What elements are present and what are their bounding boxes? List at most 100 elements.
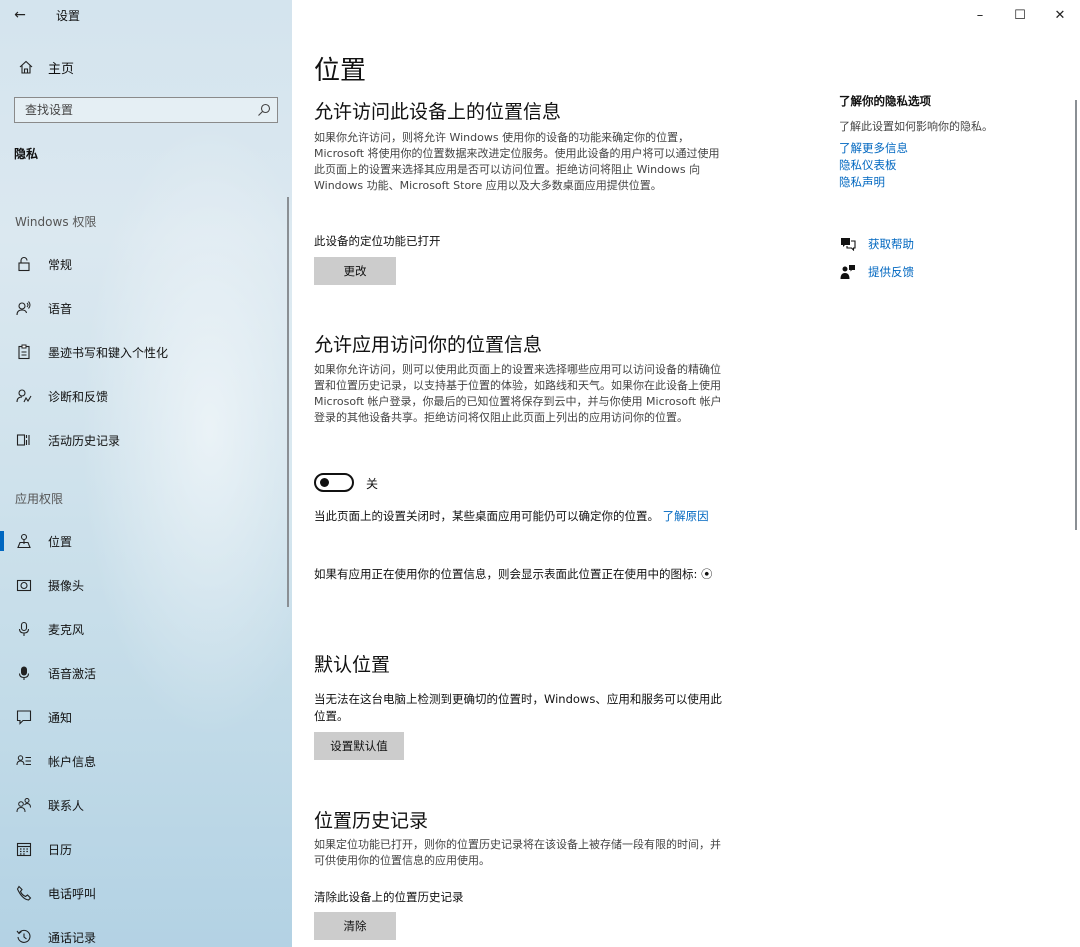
timeline-icon xyxy=(14,430,34,450)
clipboard-icon xyxy=(14,342,34,362)
location-history-heading: 位置历史记录 xyxy=(314,810,429,832)
location-in-use-note-text: 如果有应用正在使用你的位置信息，则会显示表面此位置正在使用中的图标: xyxy=(314,567,698,581)
close-button[interactable]: ✕ xyxy=(1040,0,1080,30)
windows-permissions-heading: Windows 权限 xyxy=(15,215,97,229)
sidebar-item-label: 联系人 xyxy=(48,798,85,813)
privacy-statement-link[interactable]: 隐私声明 xyxy=(839,174,993,191)
desktop-apps-note-text: 当此页面上的设置关闭时，某些桌面应用可能仍可以确定你的位置。 xyxy=(314,509,659,523)
sidebar-item-label: 主页 xyxy=(48,61,75,77)
sidebar-item-home[interactable]: 主页 xyxy=(0,52,292,82)
app-permissions-heading: 应用权限 xyxy=(15,492,64,506)
page-title: 位置 xyxy=(314,56,367,86)
title-bar-left: ← 设置 xyxy=(0,0,292,30)
calendar-icon xyxy=(14,839,34,859)
back-arrow-icon: ← xyxy=(14,7,26,23)
account-info-icon xyxy=(14,751,34,771)
change-button[interactable]: 更改 xyxy=(314,257,396,285)
diagnostics-icon xyxy=(14,386,34,406)
minimize-icon: – xyxy=(976,7,984,23)
notification-icon xyxy=(14,707,34,727)
sidebar-item-label: 通知 xyxy=(48,710,73,725)
privacy-dashboard-link[interactable]: 隐私仪表板 xyxy=(839,157,993,174)
sidebar-item-notifications[interactable]: 通知 xyxy=(0,695,292,739)
get-help-link[interactable]: 获取帮助 xyxy=(839,236,914,252)
phone-icon xyxy=(14,883,34,903)
sidebar-item-label: 活动历史记录 xyxy=(48,433,121,448)
sidebar-item-label: 电话呼叫 xyxy=(48,886,97,901)
sidebar-item-label: 日历 xyxy=(48,842,73,857)
minimize-button[interactable]: – xyxy=(960,0,1000,30)
search-icon[interactable] xyxy=(251,103,277,117)
sidebar-item-label: 诊断和反馈 xyxy=(48,389,109,404)
sidebar-item-label: 语音激活 xyxy=(48,666,97,681)
toggle-knob xyxy=(320,478,329,487)
sidebar-item-diagnostics[interactable]: 诊断和反馈 xyxy=(0,374,292,418)
search-box[interactable] xyxy=(14,97,278,123)
sidebar-item-camera[interactable]: 摄像头 xyxy=(0,563,292,607)
voice-activation-icon xyxy=(14,663,34,683)
sidebar-item-label: 通话记录 xyxy=(48,930,97,945)
sidebar-scrollbar[interactable] xyxy=(287,197,289,607)
main-scrollbar[interactable] xyxy=(1075,100,1077,530)
clear-history-label: 清除此设备上的位置历史记录 xyxy=(314,890,464,904)
sidebar-item-label: 麦克风 xyxy=(48,622,85,637)
home-icon xyxy=(16,57,36,77)
app-permissions-list: 位置 摄像头 麦克风 语音激活 通知 帐户信息 联系人 日历 电话呼叫 通话记录 xyxy=(0,519,292,947)
sidebar-item-label: 常规 xyxy=(48,257,73,272)
privacy-options-text: 了解此设置如何影响你的隐私。 xyxy=(839,120,993,133)
category-heading: 隐私 xyxy=(14,147,39,161)
sidebar-item-account-info[interactable]: 帐户信息 xyxy=(0,739,292,783)
sidebar-item-label: 墨迹书写和键入个性化 xyxy=(48,345,169,360)
sidebar-item-label: 帐户信息 xyxy=(48,754,97,769)
sidebar-item-label: 摄像头 xyxy=(48,578,85,593)
sidebar-item-speech[interactable]: 语音 xyxy=(0,286,292,330)
sidebar-item-location[interactable]: 位置 xyxy=(0,519,292,563)
sidebar-item-microphone[interactable]: 麦克风 xyxy=(0,607,292,651)
call-history-icon xyxy=(14,927,34,947)
set-default-button[interactable]: 设置默认值 xyxy=(314,732,404,760)
app-location-description: 如果你允许访问，则可以使用此页面上的设置来选择哪些应用可以访问设备的精确位置和位… xyxy=(314,363,722,424)
desktop-apps-note: 当此页面上的设置关闭时，某些桌面应用可能仍可以确定你的位置。 了解原因 xyxy=(314,508,726,525)
sidebar-item-call-history[interactable]: 通话记录 xyxy=(0,915,292,947)
device-location-status: 此设备的定位功能已打开 xyxy=(314,234,441,248)
learn-more-link[interactable]: 了解更多信息 xyxy=(839,140,993,157)
sidebar-item-activity-history[interactable]: 活动历史记录 xyxy=(0,418,292,462)
app-location-toggle[interactable] xyxy=(314,473,354,492)
close-icon: ✕ xyxy=(1054,7,1066,23)
give-feedback-label: 提供反馈 xyxy=(868,265,914,279)
microphone-icon xyxy=(14,619,34,639)
privacy-options-heading: 了解你的隐私选项 xyxy=(839,94,931,108)
help-chat-icon xyxy=(839,236,857,252)
location-history-description: 如果定位功能已打开，则你的位置历史记录将在该设备上被存储一段有限的时间，并可供使… xyxy=(314,838,721,867)
get-help-label: 获取帮助 xyxy=(868,237,914,251)
sidebar: ← 设置 主页 隐私 Windows 权限 常规 语音 xyxy=(0,0,292,947)
app-title: 设置 xyxy=(56,8,81,23)
app-location-heading: 允许应用访问你的位置信息 xyxy=(314,334,543,356)
clear-button[interactable]: 清除 xyxy=(314,912,396,940)
lock-icon xyxy=(14,254,34,274)
privacy-options-panel: 了解你的隐私选项 了解此设置如何影响你的隐私。 了解更多信息 隐私仪表板 隐私声… xyxy=(839,93,993,191)
sidebar-item-label: 位置 xyxy=(48,534,73,549)
location-in-use-note: 如果有应用正在使用你的位置信息，则会显示表面此位置正在使用中的图标: ⦿ xyxy=(314,566,726,583)
windows-permissions-list: 常规 语音 墨迹书写和键入个性化 诊断和反馈 活动历史记录 xyxy=(0,242,292,462)
back-button[interactable]: ← xyxy=(0,0,40,30)
sidebar-item-general[interactable]: 常规 xyxy=(0,242,292,286)
sidebar-item-phone-calls[interactable]: 电话呼叫 xyxy=(0,871,292,915)
location-in-use-icon: ⦿ xyxy=(701,567,713,581)
learn-why-link[interactable]: 了解原因 xyxy=(663,509,709,523)
sidebar-item-voice-activation[interactable]: 语音激活 xyxy=(0,651,292,695)
device-location-heading: 允许访问此设备上的位置信息 xyxy=(314,101,562,123)
sidebar-item-contacts[interactable]: 联系人 xyxy=(0,783,292,827)
contacts-icon xyxy=(14,795,34,815)
default-location-heading: 默认位置 xyxy=(314,654,391,676)
maximize-button[interactable]: ☐ xyxy=(1000,0,1040,30)
maximize-icon: ☐ xyxy=(1014,7,1026,23)
sidebar-item-calendar[interactable]: 日历 xyxy=(0,827,292,871)
sidebar-item-label: 语音 xyxy=(48,301,73,316)
sidebar-item-inking[interactable]: 墨迹书写和键入个性化 xyxy=(0,330,292,374)
search-input[interactable] xyxy=(25,103,251,117)
location-icon xyxy=(14,531,34,551)
feedback-icon xyxy=(839,264,857,280)
give-feedback-link[interactable]: 提供反馈 xyxy=(839,264,914,280)
default-location-description: 当无法在这台电脑上检测到更确切的位置时，Windows、应用和服务可以使用此位置… xyxy=(314,692,722,723)
